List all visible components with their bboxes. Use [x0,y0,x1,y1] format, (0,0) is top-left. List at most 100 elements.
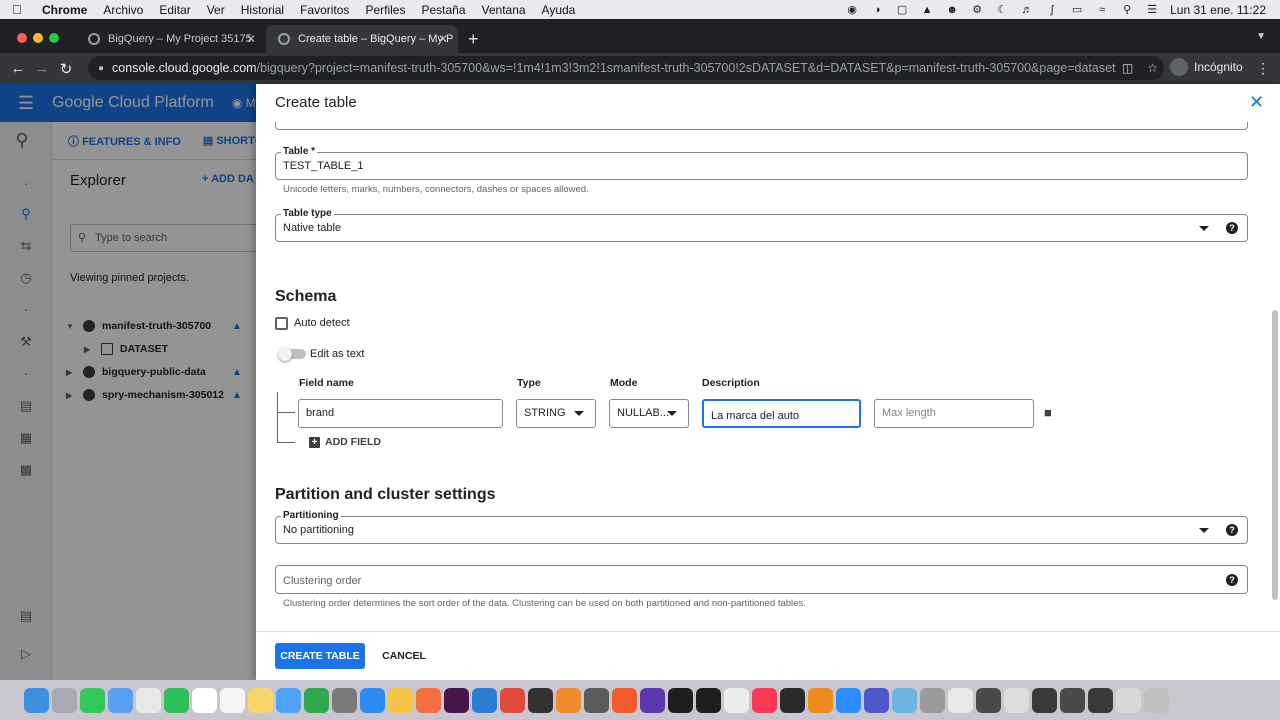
field-name-input[interactable]: brand [298,399,503,428]
screenshot-icon[interactable] [920,687,945,713]
maximize-window-icon[interactable] [49,33,59,43]
trash-icon[interactable] [1144,687,1169,713]
battery-icon[interactable]: ▭ [1070,4,1084,16]
toggle-knob[interactable] [278,347,292,361]
vscode-icon[interactable] [472,687,497,713]
brave-icon[interactable] [612,687,637,713]
bookmark-star-icon[interactable]: ☆ [1147,61,1158,75]
browser-menu-icon[interactable]: ⋮ [1256,60,1270,77]
browser-tab-bigquery[interactable]: BigQuery – My Project 35175 ✕ [76,25,266,53]
volume-icon[interactable]: ♬ [1020,4,1034,16]
design-app-icon[interactable] [416,687,441,713]
window-icon[interactable]: ▢ [895,4,909,16]
slack-icon[interactable] [444,687,469,713]
address-bar[interactable]: ● console.cloud.google.com /bigquery?pro… [88,56,1164,80]
terminal-icon[interactable] [668,687,693,713]
help-icon[interactable]: ? [1226,222,1238,234]
keynote-icon[interactable] [276,687,301,713]
settings-icon[interactable]: ⚙ [970,4,984,16]
add-field-button[interactable]: + ADD FIELD [309,436,381,448]
cleaner-icon[interactable]: ▲ [920,4,934,16]
create-table-button[interactable]: CREATE TABLE [275,643,365,669]
help-icon[interactable]: ? [1226,574,1238,586]
chevron-down-icon[interactable] [1199,528,1209,533]
field-description-input[interactable]: La marca del auto [702,399,861,428]
reload-icon[interactable]: ↻ [54,60,78,78]
browser-tab-create-table[interactable]: Create table – BigQuery – My P ✕ [266,25,458,53]
minimized-window-icon[interactable] [1116,687,1141,713]
dataset-field[interactable] [275,122,1248,130]
delete-icon[interactable]: ■ [1044,405,1052,420]
control-center-icon[interactable]: ☰ [1145,4,1159,16]
finder-icon[interactable] [24,687,49,713]
minimized-window-icon[interactable] [948,687,973,713]
menu-item-editar[interactable]: Editar [159,3,190,17]
numbers-icon[interactable] [304,687,329,713]
calculator-icon[interactable] [584,687,609,713]
table-type-select[interactable] [275,214,1248,242]
app-store-icon[interactable] [360,687,385,713]
chevron-down-icon[interactable] [667,411,677,416]
tab-close-icon[interactable]: ✕ [438,32,448,46]
help-icon[interactable]: ? [1226,524,1238,536]
minimized-window-icon[interactable] [1032,687,1057,713]
chrome-icon[interactable] [500,687,525,713]
menu-item-archivo[interactable]: Archivo [103,3,143,17]
wifi-icon[interactable]: ≈ [1095,4,1109,16]
system-preferences-icon[interactable] [332,687,357,713]
menu-item-historial[interactable]: Historial [241,3,284,17]
bluetooth-icon[interactable]: ∫ [1045,4,1059,16]
menu-item-pestana[interactable]: Pestaña [421,3,465,17]
table-name-input[interactable] [275,152,1248,180]
facetime-icon[interactable] [164,687,189,713]
obs-icon[interactable] [528,687,553,713]
piano-app-icon[interactable] [780,687,805,713]
minimized-window-icon[interactable] [1060,687,1085,713]
mail-icon[interactable] [108,687,133,713]
close-icon[interactable]: ✕ [1249,92,1264,113]
minimized-window-icon[interactable] [1004,687,1029,713]
menu-item-favoritos[interactable]: Favoritos [300,3,349,17]
lock-icon[interactable]: ● [98,63,104,74]
clustering-order-input[interactable] [275,565,1248,594]
forward-arrow-icon[interactable]: → [30,60,54,77]
incognito-profile-button[interactable]: Incógnito [1170,58,1243,76]
menu-item-ayuda[interactable]: Ayuda [542,3,576,17]
panel-scrollbar[interactable] [1272,310,1278,600]
cancel-button[interactable]: CANCEL [382,643,426,669]
teams-icon[interactable] [864,687,889,713]
field-mode-select[interactable]: NULLAB... [609,399,689,428]
reminders-icon[interactable] [220,687,245,713]
modal-scrim[interactable] [0,84,256,680]
launchpad-icon[interactable] [52,687,77,713]
calendar-icon[interactable] [192,687,217,713]
tab-search-chevron-icon[interactable]: ▼ [1256,31,1266,42]
chevron-down-icon[interactable] [574,411,584,416]
spotlight-icon[interactable]: ⚲ [1120,4,1134,16]
sublime-icon[interactable] [556,687,581,713]
minimized-window-icon[interactable] [1088,687,1113,713]
partitioning-select[interactable] [275,516,1248,544]
back-arrow-icon[interactable]: ← [6,60,30,77]
menu-app-name[interactable]: Chrome [42,3,87,17]
do-not-disturb-icon[interactable]: ☾ [995,4,1009,16]
minimized-window-icon[interactable] [976,687,1001,713]
menu-item-ventana[interactable]: Ventana [482,3,526,17]
new-tab-icon[interactable]: + [468,29,479,50]
vpn-icon[interactable]: ◑ [870,4,884,16]
utility-app-icon[interactable] [640,687,665,713]
music-icon[interactable] [752,687,777,713]
close-window-icon[interactable] [17,33,27,43]
chevron-down-icon[interactable] [1199,226,1209,231]
field-type-select[interactable]: STRING [516,399,596,428]
textedit-icon[interactable] [724,687,749,713]
tab-close-icon[interactable]: ✕ [246,32,256,46]
vlc-icon[interactable] [808,687,833,713]
auto-detect-checkbox[interactable] [275,317,288,330]
apple-icon[interactable]:  [12,2,34,17]
minimize-window-icon[interactable] [33,33,43,43]
messages-icon[interactable] [80,687,105,713]
pencil-app-icon[interactable] [388,687,413,713]
iterm-icon[interactable] [696,687,721,713]
max-length-input[interactable]: Max length [874,399,1034,428]
